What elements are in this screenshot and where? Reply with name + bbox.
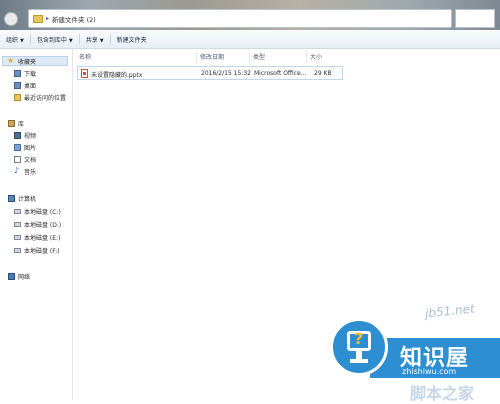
sidebar-item-drive-e[interactable]: 本地磁盘 (E:) xyxy=(14,232,60,242)
share-label: 共享 xyxy=(85,36,98,44)
new-folder-button[interactable]: 新建文件夹 xyxy=(111,35,153,44)
sidebar-item-network[interactable]: 网络 xyxy=(8,271,30,281)
window-title-bar: ▸ 新建文件夹 (2) xyxy=(0,0,500,30)
sidebar-item-label: 本地磁盘 (D:) xyxy=(24,221,62,229)
navigation-pane: ★ 收藏夹 下载 桌面 最近访问的位置 库 视频 图片 文档 ♪ 音乐 计算机 … xyxy=(0,49,73,400)
sidebar-item-label: 本地磁盘 (C:) xyxy=(24,208,61,216)
network-icon xyxy=(8,272,15,280)
sidebar-item-label: 库 xyxy=(18,120,25,128)
library-icon xyxy=(8,119,15,127)
sidebar-item-videos[interactable]: 视频 xyxy=(14,130,36,140)
column-header-type[interactable]: 类型 xyxy=(253,52,265,62)
sidebar-item-label: 下载 xyxy=(24,70,37,78)
drive-icon xyxy=(14,247,21,253)
chevron-down-icon: ▼ xyxy=(99,37,104,44)
sidebar-item-drive-f[interactable]: 本地磁盘 (F:) xyxy=(14,245,60,255)
share-button[interactable]: 共享 ▼ xyxy=(80,35,110,44)
column-header-name[interactable]: 名称 xyxy=(79,52,91,62)
sidebar-item-label: 音乐 xyxy=(24,168,37,176)
folder-icon xyxy=(33,14,43,23)
file-type: Microsoft Office... xyxy=(254,70,307,77)
breadcrumb-arrow-icon[interactable]: ▸ xyxy=(46,15,49,22)
sidebar-item-label: 网络 xyxy=(18,273,31,281)
command-toolbar: 组织 ▼ 包含到库中 ▼ 共享 ▼ 新建文件夹 xyxy=(0,30,500,49)
sidebar-item-label: 收藏夹 xyxy=(18,58,37,66)
chevron-down-icon: ▼ xyxy=(20,37,24,44)
column-header-date[interactable]: 修改日期 xyxy=(200,52,224,62)
desktop-icon xyxy=(14,81,21,89)
drive-icon xyxy=(14,221,21,227)
computer-icon xyxy=(8,194,15,202)
sidebar-item-favorites[interactable]: ★ 收藏夹 xyxy=(2,56,68,66)
column-divider[interactable] xyxy=(249,51,250,63)
column-divider[interactable] xyxy=(196,51,197,63)
picture-icon xyxy=(14,143,21,151)
back-button[interactable] xyxy=(4,12,18,26)
organize-button[interactable]: 组织 ▼ xyxy=(0,35,30,44)
drive-icon xyxy=(14,208,21,214)
video-icon xyxy=(14,131,21,139)
include-in-library-button[interactable]: 包含到库中 ▼ xyxy=(31,35,79,44)
question-mark-icon: ? xyxy=(354,329,364,348)
sidebar-item-label: 桌面 xyxy=(24,82,37,90)
monitor-base-icon xyxy=(350,359,368,363)
sidebar-item-drive-c[interactable]: 本地磁盘 (C:) xyxy=(14,206,61,216)
sidebar-item-desktop[interactable]: 桌面 xyxy=(14,80,36,90)
file-modified-date: 2016/2/15 15:32 xyxy=(201,70,251,77)
sidebar-item-label: 文档 xyxy=(24,156,37,164)
sidebar-item-drive-d[interactable]: 本地磁盘 (D:) xyxy=(14,219,61,229)
watermark-faint-text: 脚本之家 xyxy=(410,384,475,403)
sidebar-item-libraries[interactable]: 库 xyxy=(8,118,24,128)
file-name: 未设置隐藏的.pptx xyxy=(91,72,143,79)
sidebar-item-label: 计算机 xyxy=(18,195,37,203)
sidebar-item-music[interactable]: ♪ 音乐 xyxy=(14,166,36,176)
drive-icon xyxy=(14,234,21,240)
download-folder-icon xyxy=(14,69,21,77)
watermark-subtitle: zhishiwu.com xyxy=(402,367,457,376)
file-size: 29 KB xyxy=(314,70,332,77)
search-input[interactable] xyxy=(455,9,495,28)
sidebar-item-label: 图片 xyxy=(24,144,37,152)
watermark-logo: ? xyxy=(330,318,388,376)
sidebar-item-label: 视频 xyxy=(24,132,37,140)
address-bar[interactable]: ▸ 新建文件夹 (2) xyxy=(28,9,452,28)
organize-label: 组织 xyxy=(6,36,19,44)
column-divider[interactable] xyxy=(306,51,307,63)
sidebar-item-label: 本地磁盘 (E:) xyxy=(24,234,61,242)
table-row[interactable]: 未设置隐藏的.pptx 2016/2/15 15:32 Microsoft Of… xyxy=(77,66,343,80)
chevron-down-icon: ▼ xyxy=(68,37,73,44)
sidebar-item-recent-places[interactable]: 最近访问的位置 xyxy=(14,92,66,102)
recent-places-icon xyxy=(14,93,21,101)
sidebar-item-downloads[interactable]: 下载 xyxy=(14,68,36,78)
sidebar-item-computer[interactable]: 计算机 xyxy=(8,193,36,203)
sidebar-item-pictures[interactable]: 图片 xyxy=(14,142,36,152)
sidebar-item-documents[interactable]: 文档 xyxy=(14,154,36,164)
breadcrumb[interactable]: 新建文件夹 (2) xyxy=(52,14,96,24)
include-in-library-label: 包含到库中 xyxy=(36,36,67,44)
music-icon: ♪ xyxy=(14,166,20,175)
column-header-size[interactable]: 大小 xyxy=(310,52,322,62)
sidebar-item-label: 本地磁盘 (F:) xyxy=(24,247,60,255)
sidebar-item-label: 最近访问的位置 xyxy=(24,94,67,102)
monitor-stand-icon xyxy=(356,351,362,359)
star-icon: ★ xyxy=(7,56,15,65)
document-icon xyxy=(14,155,21,163)
powerpoint-file-icon xyxy=(81,69,88,78)
